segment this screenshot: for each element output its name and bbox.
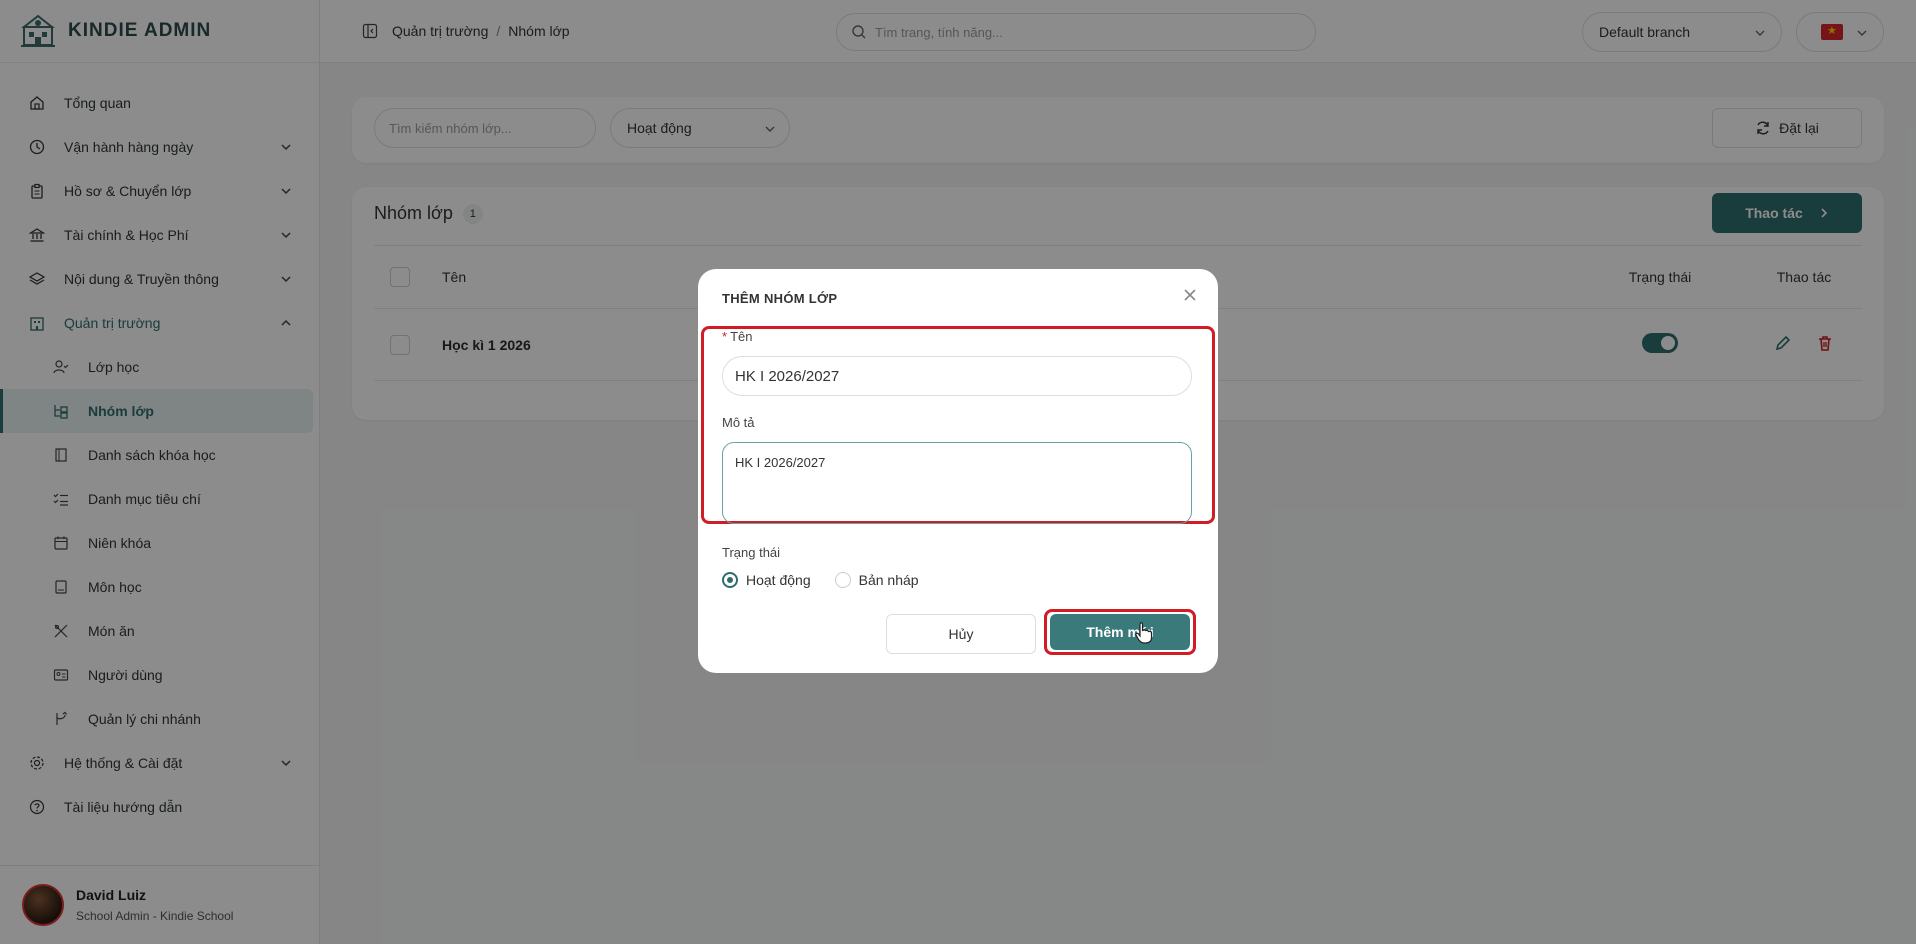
add-group-dialog: THÊM NHÓM LỚP * Tên HK I 2026/2027 Mô tả … <box>698 269 1218 673</box>
status-option-active[interactable]: Hoạt động <box>722 572 811 588</box>
dialog-title: THÊM NHÓM LỚP <box>722 291 838 306</box>
status-option-label: Hoạt động <box>746 572 811 588</box>
add-new-button[interactable]: Thêm mới <box>1050 614 1190 650</box>
name-label-text: Tên <box>730 329 753 344</box>
name-input[interactable]: HK I 2026/2027 <box>722 356 1192 396</box>
status-option-label: Bản nháp <box>858 572 919 588</box>
name-label: * Tên <box>722 329 752 344</box>
name-input-value: HK I 2026/2027 <box>735 367 840 385</box>
cancel-label: Hủy <box>948 626 974 642</box>
hand-cursor-icon <box>1135 622 1153 644</box>
radio-selected[interactable] <box>722 572 738 588</box>
description-label: Mô tả <box>722 415 755 430</box>
status-label: Trạng thái <box>722 545 781 560</box>
close-icon[interactable] <box>1180 285 1200 305</box>
description-value: HK I 2026/2027 <box>735 455 826 470</box>
status-radio-group: Hoạt động Bản nháp <box>722 572 943 588</box>
cancel-button[interactable]: Hủy <box>886 614 1036 654</box>
radio-unselected[interactable] <box>834 572 851 588</box>
submit-highlight: Thêm mới <box>1044 609 1196 655</box>
status-option-draft[interactable]: Bản nháp <box>834 572 919 588</box>
required-marker: * <box>722 329 728 344</box>
description-textarea[interactable]: HK I 2026/2027 <box>722 442 1192 524</box>
